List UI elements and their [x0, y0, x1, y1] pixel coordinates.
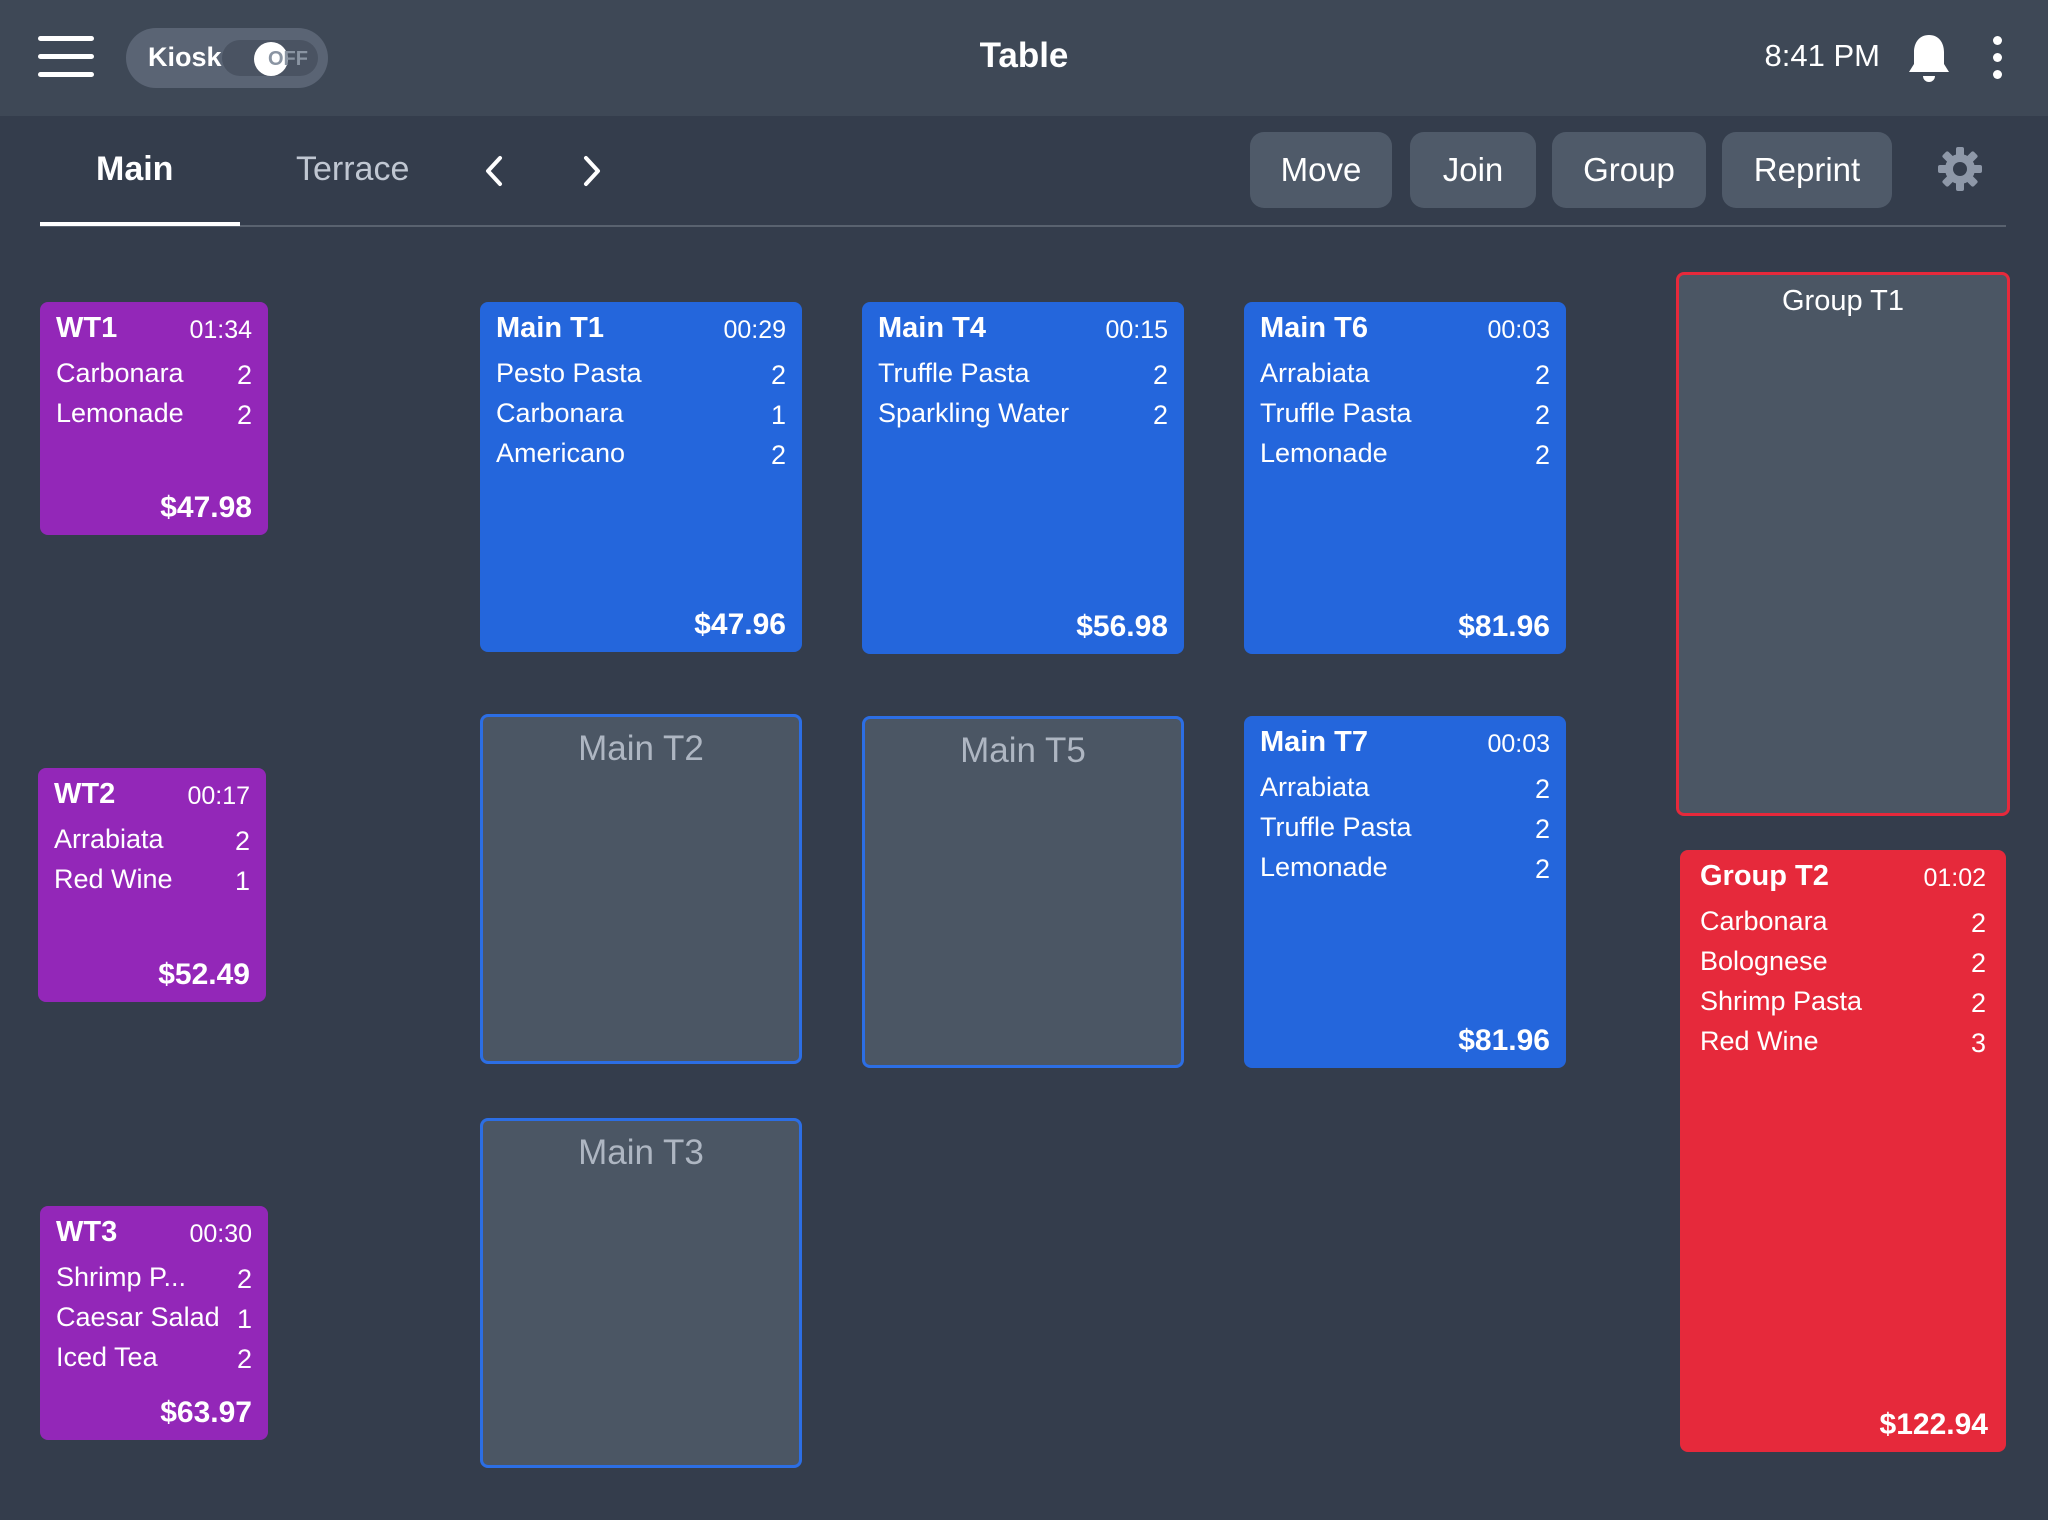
chevron-right-icon[interactable] — [572, 150, 612, 192]
bell-icon[interactable] — [1906, 32, 1952, 84]
gear-icon[interactable] — [1936, 145, 1984, 193]
reprint-button[interactable]: Reprint — [1722, 132, 1892, 208]
more-options-icon[interactable] — [1984, 36, 2010, 80]
join-button[interactable]: Join — [1410, 132, 1536, 208]
top-bar: Kiosk OFF Table 8:41 PM — [0, 0, 2048, 116]
table-timer: 00:15 — [1105, 316, 1168, 344]
list-item: Carbonara 2 — [1700, 906, 1986, 938]
table-timer: 00:03 — [1487, 730, 1550, 758]
table-timer: 00:30 — [189, 1220, 252, 1248]
table-total: $52.49 — [158, 958, 250, 991]
table-name: Main T4 — [878, 312, 986, 344]
table-name: Main T7 — [1260, 726, 1368, 758]
list-item: Lemonade 2 — [1260, 852, 1550, 884]
table-card-main-t6[interactable]: Main T6 00:03 Arrabiata 2 Truffle Pasta 2 … — [1244, 302, 1566, 654]
list-item: Iced Tea 2 — [56, 1342, 252, 1374]
clock: 8:41 PM — [1764, 38, 1880, 73]
table-card-main-t2[interactable]: Main T2 — [480, 714, 802, 1064]
table-card-wt3[interactable]: WT3 00:30 Shrimp P... 2 Caesar Salad 1 Ice… — [40, 1206, 268, 1440]
list-item: Pesto Pasta 2 — [496, 358, 786, 390]
table-total: $81.96 — [1458, 1024, 1550, 1057]
list-item: Truffle Pasta 2 — [1260, 812, 1550, 844]
table-total: $81.96 — [1458, 610, 1550, 643]
table-card-main-t7[interactable]: Main T7 00:03 Arrabiata 2 Truffle Pasta 2 … — [1244, 716, 1566, 1068]
list-item: Sparkling Water 2 — [878, 398, 1168, 430]
table-total: $63.97 — [160, 1396, 252, 1429]
table-timer: 01:02 — [1923, 864, 1986, 892]
table-name: Main T6 — [1260, 312, 1368, 344]
tabs-divider — [40, 225, 2006, 227]
list-item: Shrimp P... 2 — [56, 1262, 252, 1294]
table-card-main-t1[interactable]: Main T1 00:29 Pesto Pasta 2 Carbonara 1 Am… — [480, 302, 802, 652]
table-card-group-t2[interactable]: Group T2 01:02 Carbonara 2 Bolognese 2 Shr… — [1680, 850, 2006, 1452]
list-item: Arrabiata 2 — [54, 824, 250, 856]
table-total: $47.96 — [694, 608, 786, 641]
list-item: Americano 2 — [496, 438, 786, 470]
table-total: $122.94 — [1879, 1408, 1988, 1441]
table-name: WT3 — [56, 1216, 118, 1248]
table-card-main-t4[interactable]: Main T4 00:15 Truffle Pasta 2 Sparkling W… — [862, 302, 1184, 654]
table-name: Main T2 — [578, 729, 704, 768]
table-name: WT1 — [56, 312, 118, 344]
list-item: Caesar Salad 1 — [56, 1302, 252, 1334]
table-name: Main T3 — [578, 1133, 704, 1172]
list-item: Lemonade 2 — [56, 398, 252, 430]
list-item: Truffle Pasta 2 — [1260, 398, 1550, 430]
table-name: Group T1 — [1782, 285, 1904, 317]
table-timer: 00:29 — [723, 316, 786, 344]
table-name: Main T5 — [960, 731, 1086, 770]
list-item: Lemonade 2 — [1260, 438, 1550, 470]
list-item: Bolognese 2 — [1700, 946, 1986, 978]
table-total: $47.98 — [160, 491, 252, 524]
table-timer: 00:17 — [187, 782, 250, 810]
list-item: Carbonara 1 — [496, 398, 786, 430]
list-item: Red Wine 3 — [1700, 1026, 1986, 1058]
list-item: Truffle Pasta 2 — [878, 358, 1168, 390]
tab-terrace[interactable]: Terrace — [296, 150, 409, 189]
table-name: Main T1 — [496, 312, 604, 344]
list-item: Arrabiata 2 — [1260, 358, 1550, 390]
list-item: Carbonara 2 — [56, 358, 252, 390]
table-name: Group T2 — [1700, 860, 1829, 892]
table-card-main-t5[interactable]: Main T5 — [862, 716, 1184, 1068]
list-item: Red Wine 1 — [54, 864, 250, 896]
move-button[interactable]: Move — [1250, 132, 1392, 208]
chevron-left-icon[interactable] — [474, 150, 514, 192]
tab-main[interactable]: Main — [96, 150, 173, 189]
table-card-wt2[interactable]: WT2 00:17 Arrabiata 2 Red Wine 1 $52.49 — [38, 768, 266, 1002]
table-timer: 00:03 — [1487, 316, 1550, 344]
table-timer: 01:34 — [189, 316, 252, 344]
list-item: Shrimp Pasta 2 — [1700, 986, 1986, 1018]
table-name: WT2 — [54, 778, 116, 810]
table-card-wt1[interactable]: WT1 01:34 Carbonara 2 Lemonade 2 $47.98 — [40, 302, 268, 535]
active-tab-indicator — [40, 222, 240, 226]
table-card-group-t1[interactable]: Group T1 — [1676, 272, 2010, 816]
list-item: Arrabiata 2 — [1260, 772, 1550, 804]
table-total: $56.98 — [1076, 610, 1168, 643]
group-button[interactable]: Group — [1552, 132, 1706, 208]
table-card-main-t3[interactable]: Main T3 — [480, 1118, 802, 1468]
